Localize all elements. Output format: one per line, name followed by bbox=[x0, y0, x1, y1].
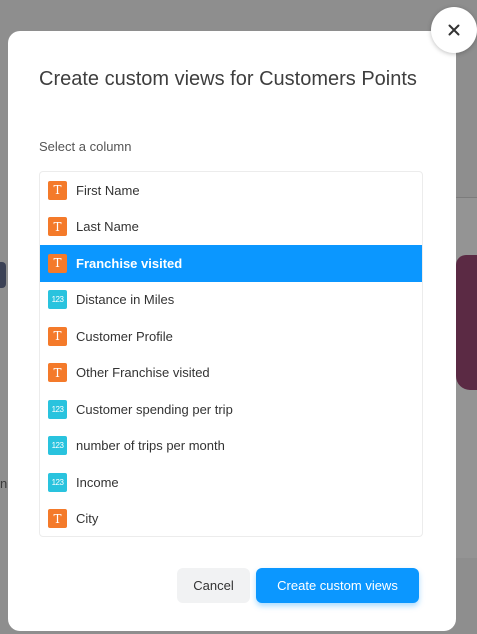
column-option-label: City bbox=[76, 511, 99, 527]
background-chart-fragment-right bbox=[456, 255, 477, 390]
column-option[interactable]: T Franchise visited bbox=[40, 245, 422, 282]
text-type-icon: T bbox=[48, 180, 67, 200]
column-option-label: Customer Profile bbox=[76, 328, 173, 344]
cancel-button[interactable]: Cancel bbox=[177, 568, 250, 603]
background-chart-fragment-left bbox=[0, 262, 6, 288]
column-option[interactable]: 123 Customer spending per trip bbox=[40, 391, 422, 428]
text-type-icon: T bbox=[48, 217, 67, 237]
number-type-icon: 123 bbox=[48, 472, 67, 492]
column-list[interactable]: T First Name T Last Name T Franchise visited 1… bbox=[39, 171, 423, 537]
column-option[interactable]: 123 number of trips per month bbox=[40, 428, 422, 465]
number-type-icon: 123 bbox=[48, 399, 67, 419]
column-option[interactable]: T Last Name bbox=[40, 209, 422, 246]
number-type-icon: 123 bbox=[48, 290, 67, 310]
column-option-label: Income bbox=[76, 474, 119, 490]
column-option[interactable]: 123 Income bbox=[40, 464, 422, 501]
column-option-label: First Name bbox=[76, 182, 140, 198]
custom-views-dialog: Create custom views for Customers Points… bbox=[8, 31, 456, 631]
column-option-label: Customer spending per trip bbox=[76, 401, 233, 417]
text-type-icon: T bbox=[48, 509, 67, 529]
column-option-label: number of trips per month bbox=[76, 438, 225, 454]
close-button[interactable] bbox=[431, 7, 477, 53]
text-type-icon: T bbox=[48, 363, 67, 383]
column-option-label: Other Franchise visited bbox=[76, 365, 210, 381]
background-text-fragment: n bbox=[0, 476, 8, 491]
create-custom-views-button[interactable]: Create custom views bbox=[256, 568, 419, 603]
column-option-label: Last Name bbox=[76, 219, 139, 235]
column-option-label: Distance in Miles bbox=[76, 292, 175, 308]
number-type-icon: 123 bbox=[48, 436, 67, 456]
close-icon bbox=[448, 24, 460, 36]
column-option[interactable]: T First Name bbox=[40, 172, 422, 209]
column-option[interactable]: T Customer Profile bbox=[40, 318, 422, 355]
column-option[interactable]: T Other Franchise visited bbox=[40, 355, 422, 392]
text-type-icon: T bbox=[48, 253, 67, 273]
column-option[interactable]: T City bbox=[40, 501, 422, 537]
text-type-icon: T bbox=[48, 326, 67, 346]
column-option[interactable]: 123 Distance in Miles bbox=[40, 282, 422, 319]
select-column-label: Select a column bbox=[39, 139, 132, 154]
dialog-title: Create custom views for Customers Points bbox=[39, 68, 417, 90]
column-option-label: Franchise visited bbox=[76, 255, 183, 271]
